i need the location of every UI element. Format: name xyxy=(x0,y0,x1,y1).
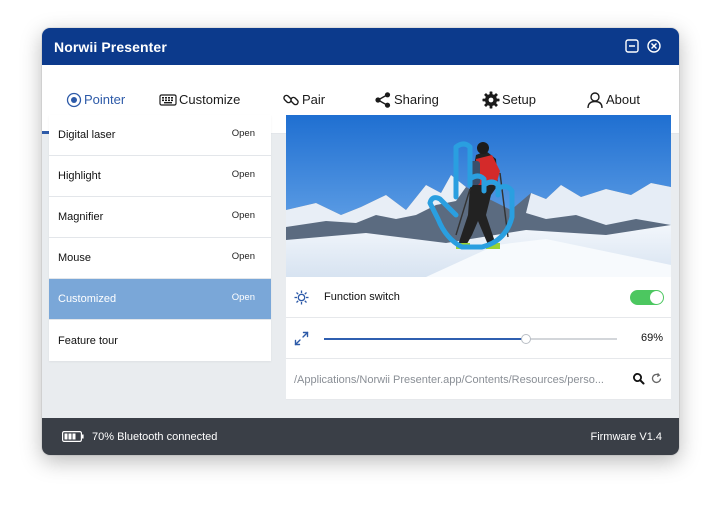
tab-label: Pair xyxy=(302,92,326,107)
open-link[interactable]: Open xyxy=(232,251,255,262)
tab-label: Sharing xyxy=(394,92,439,107)
link-icon xyxy=(283,94,299,105)
window-title: Norwii Presenter xyxy=(54,38,167,55)
function-switch-toggle[interactable] xyxy=(630,290,664,305)
slider-thumb[interactable] xyxy=(521,334,532,344)
keyboard-icon xyxy=(159,93,177,106)
reset-icon[interactable] xyxy=(650,372,663,385)
sidebar-item-digital-laser[interactable]: Digital laser Open xyxy=(49,115,271,156)
sidebar-item-feature-tour[interactable]: Feature tour xyxy=(49,320,271,361)
close-icon[interactable] xyxy=(647,39,661,53)
tab-label: Customize xyxy=(179,92,241,107)
firmware-version: Firmware V1.4 xyxy=(590,430,662,443)
pointer-mode-list: Digital laser Open Highlight Open Magnif… xyxy=(49,115,271,361)
minimize-icon[interactable] xyxy=(625,39,639,53)
toggle-knob xyxy=(650,291,663,304)
sidebar-item-label: Digital laser xyxy=(58,129,116,141)
slider-fill xyxy=(324,338,527,340)
sidebar-item-label: Highlight xyxy=(58,170,101,182)
bluetooth-status: 70% Bluetooth connected xyxy=(92,430,218,443)
status-bar: 70% Bluetooth connected Firmware V1.4 xyxy=(42,418,679,455)
pointer-preview-image xyxy=(286,115,671,277)
open-link[interactable]: Open xyxy=(232,169,255,180)
sidebar-item-label: Magnifier xyxy=(58,211,104,223)
file-path-input[interactable] xyxy=(294,371,629,389)
sidebar-item-customized[interactable]: Customized Open xyxy=(49,279,271,320)
tab-label: Pointer xyxy=(84,92,126,107)
function-switch-label: Function switch xyxy=(324,291,400,303)
window-controls xyxy=(625,39,661,53)
battery-icon xyxy=(62,431,84,442)
app-window: Norwii Presenter Pointer Customize Pair … xyxy=(42,28,679,455)
sidebar-item-mouse[interactable]: Mouse Open xyxy=(49,238,271,279)
brightness-icon xyxy=(294,290,309,305)
expand-icon xyxy=(294,331,309,346)
sidebar-item-label: Customized xyxy=(58,293,117,305)
tab-label: About xyxy=(606,92,640,107)
file-path-row xyxy=(286,359,671,400)
sidebar-item-label: Mouse xyxy=(58,252,92,264)
size-slider[interactable] xyxy=(324,334,617,344)
search-icon[interactable] xyxy=(632,372,645,385)
share-icon xyxy=(375,91,391,108)
person-icon xyxy=(587,91,603,108)
path-actions xyxy=(632,372,663,385)
sidebar-item-highlight[interactable]: Highlight Open xyxy=(49,156,271,197)
size-slider-row: 69% xyxy=(286,318,671,359)
radio-target-icon xyxy=(66,92,82,107)
open-link[interactable]: Open xyxy=(232,128,255,139)
title-bar: Norwii Presenter xyxy=(42,28,679,65)
gear-icon xyxy=(482,91,500,108)
function-switch-row: Function switch xyxy=(286,277,671,318)
sidebar-item-label: Feature tour xyxy=(58,334,118,347)
sidebar-item-magnifier[interactable]: Magnifier Open xyxy=(49,197,271,238)
open-link[interactable]: Open xyxy=(232,292,255,303)
tab-label: Setup xyxy=(502,92,536,107)
settings-panel: Function switch 69% xyxy=(286,115,671,400)
open-link[interactable]: Open xyxy=(232,210,255,221)
size-percentage: 69% xyxy=(640,332,663,344)
